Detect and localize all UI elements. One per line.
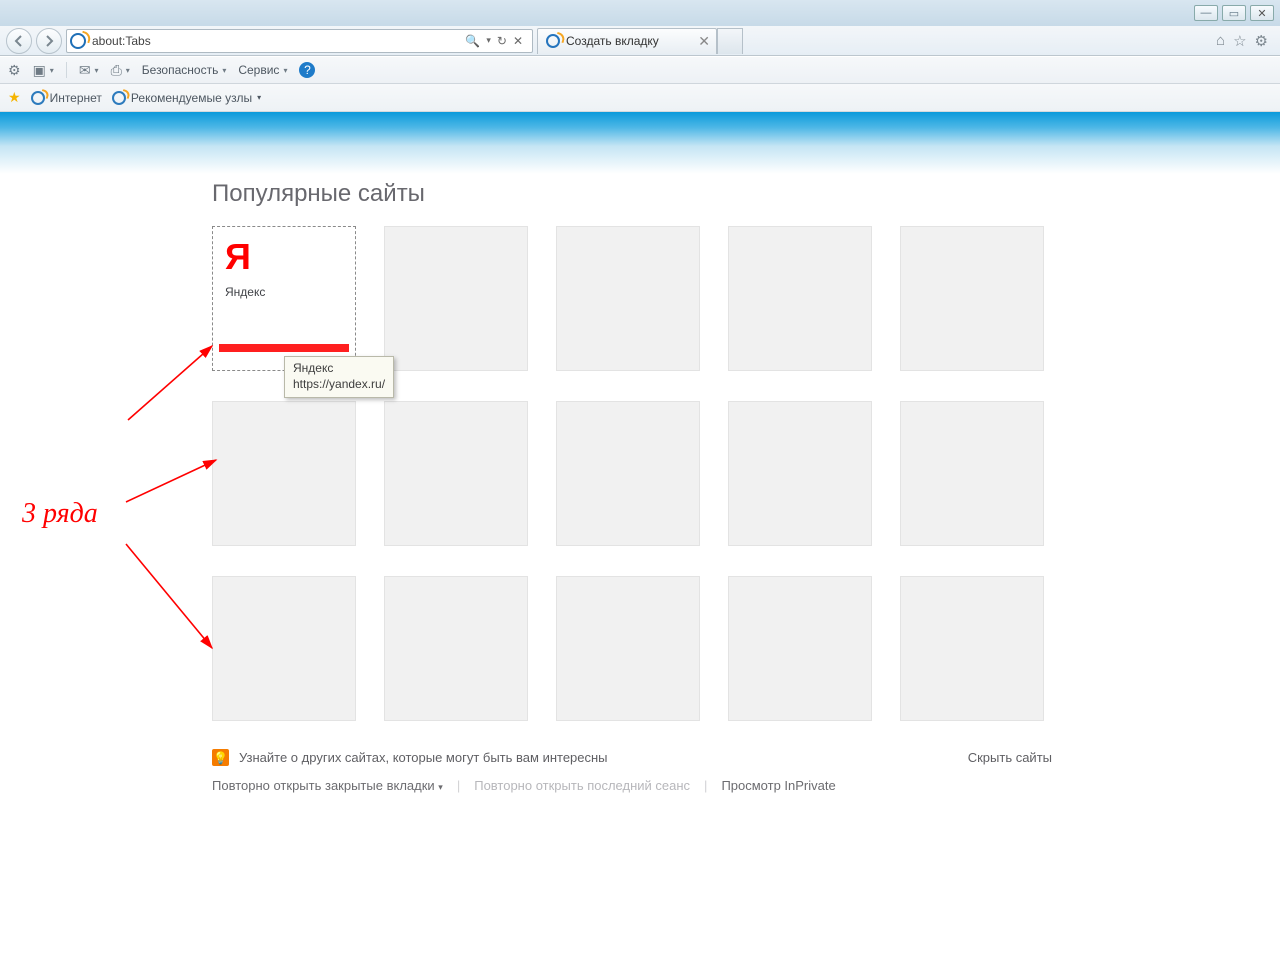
search-icon[interactable]: 🔍 (465, 34, 480, 48)
stop-icon[interactable]: ✕ (513, 34, 523, 48)
tools-icon[interactable]: ⚙ (1255, 32, 1268, 50)
tooltip-url: https://yandex.ru/ (293, 376, 385, 392)
tile-accent-stripe (219, 344, 349, 352)
tabs-strip: Создать вкладку ✕ (537, 28, 743, 54)
tile-site-name: Яндекс (225, 285, 343, 299)
site-tile-empty[interactable] (556, 226, 700, 371)
site-tile-empty[interactable] (556, 576, 700, 721)
close-tab-icon[interactable]: ✕ (698, 34, 710, 48)
back-button[interactable] (6, 28, 32, 54)
new-tab-button[interactable] (717, 28, 743, 54)
ie-icon (70, 33, 86, 49)
session-links-row: Повторно открыть закрытые вкладки ▾ | По… (212, 778, 1052, 793)
refresh-icon[interactable]: ↻ (497, 34, 507, 48)
add-favorite-icon[interactable]: ★ (8, 89, 21, 106)
site-tile-empty[interactable] (728, 226, 872, 371)
os-titlebar: — ▭ ✕ (0, 0, 1280, 26)
lightbulb-icon: 💡 (212, 749, 229, 766)
inprivate-link[interactable]: Просмотр InPrivate (721, 778, 835, 793)
site-tile-empty[interactable] (728, 401, 872, 546)
mail-dropdown[interactable]: ✉▾ (79, 62, 99, 79)
tile-tooltip: Яндекс https://yandex.ru/ (284, 356, 394, 398)
navbar-right-icons: ⌂ ☆ ⚙ (1210, 32, 1274, 50)
site-tile-yandex[interactable]: Я Яндекс (212, 226, 356, 371)
site-tile-empty[interactable] (900, 401, 1044, 546)
reopen-last-session-link: Повторно открыть последний сеанс (474, 778, 690, 793)
search-dropdown-icon[interactable]: ▾ (486, 35, 491, 46)
address-bar[interactable]: 🔍 ▾ ↻ ✕ (66, 29, 533, 53)
minimize-button[interactable]: — (1194, 5, 1218, 21)
site-tile-empty[interactable] (384, 401, 528, 546)
favorite-internet[interactable]: Интернет (31, 91, 102, 105)
forward-button[interactable] (36, 28, 62, 54)
site-tile-empty[interactable] (556, 401, 700, 546)
page-content: Популярные сайты Я Яндекс 💡 Узнайте о др… (212, 180, 1052, 793)
help-button[interactable]: ? (299, 62, 315, 78)
tab-active[interactable]: Создать вкладку ✕ (537, 28, 717, 54)
print-dropdown[interactable]: ⎙▾ (111, 62, 130, 79)
ie-icon (546, 34, 560, 48)
site-tile-empty[interactable] (728, 576, 872, 721)
hide-sites-link[interactable]: Скрыть сайты (968, 750, 1052, 765)
navbar: 🔍 ▾ ↻ ✕ Создать вкладку ✕ ⌂ ☆ ⚙ (0, 26, 1280, 56)
favorites-icon[interactable]: ☆ (1233, 32, 1246, 50)
favorites-bar: ★ Интернет Рекомендуемые узлы▾ (0, 84, 1280, 112)
site-tile-empty[interactable] (212, 576, 356, 721)
maximize-button[interactable]: ▭ (1222, 5, 1246, 21)
ie-icon (112, 91, 126, 105)
site-tile-empty[interactable] (212, 401, 356, 546)
reopen-closed-tabs-link[interactable]: Повторно открыть закрытые вкладки ▾ (212, 778, 443, 793)
site-tile-empty[interactable] (384, 576, 528, 721)
service-menu[interactable]: Сервис▾ (238, 63, 287, 77)
tooltip-title: Яндекс (293, 360, 385, 376)
tools-gear-icon[interactable]: ⚙ (8, 62, 21, 79)
ie-icon (31, 91, 45, 105)
annotation-label: 3 ряда (22, 498, 98, 530)
page-title: Популярные сайты (212, 180, 1052, 208)
command-bar: ⚙ ▣▾ ✉▾ ⎙▾ Безопасность▾ Сервис▾ ? (0, 56, 1280, 84)
home-icon[interactable]: ⌂ (1216, 32, 1225, 49)
page-banner (0, 112, 1280, 174)
discover-row: 💡 Узнайте о других сайтах, которые могут… (212, 749, 1052, 766)
site-tile-empty[interactable] (900, 576, 1044, 721)
tab-title: Создать вкладку (566, 34, 659, 48)
site-tiles-grid: Я Яндекс (212, 226, 1052, 721)
url-input[interactable] (90, 33, 455, 49)
site-tile-empty[interactable] (384, 226, 528, 371)
discover-sites-link[interactable]: Узнайте о других сайтах, которые могут б… (239, 750, 608, 765)
favorite-recommended[interactable]: Рекомендуемые узлы▾ (112, 91, 261, 105)
address-tools: 🔍 ▾ ↻ ✕ (459, 34, 529, 48)
site-tile-empty[interactable] (900, 226, 1044, 371)
safety-menu[interactable]: Безопасность▾ (142, 63, 227, 77)
window-close-button[interactable]: ✕ (1250, 5, 1274, 21)
tile-letter: Я (225, 239, 343, 275)
rss-dropdown[interactable]: ▣▾ (33, 62, 54, 79)
